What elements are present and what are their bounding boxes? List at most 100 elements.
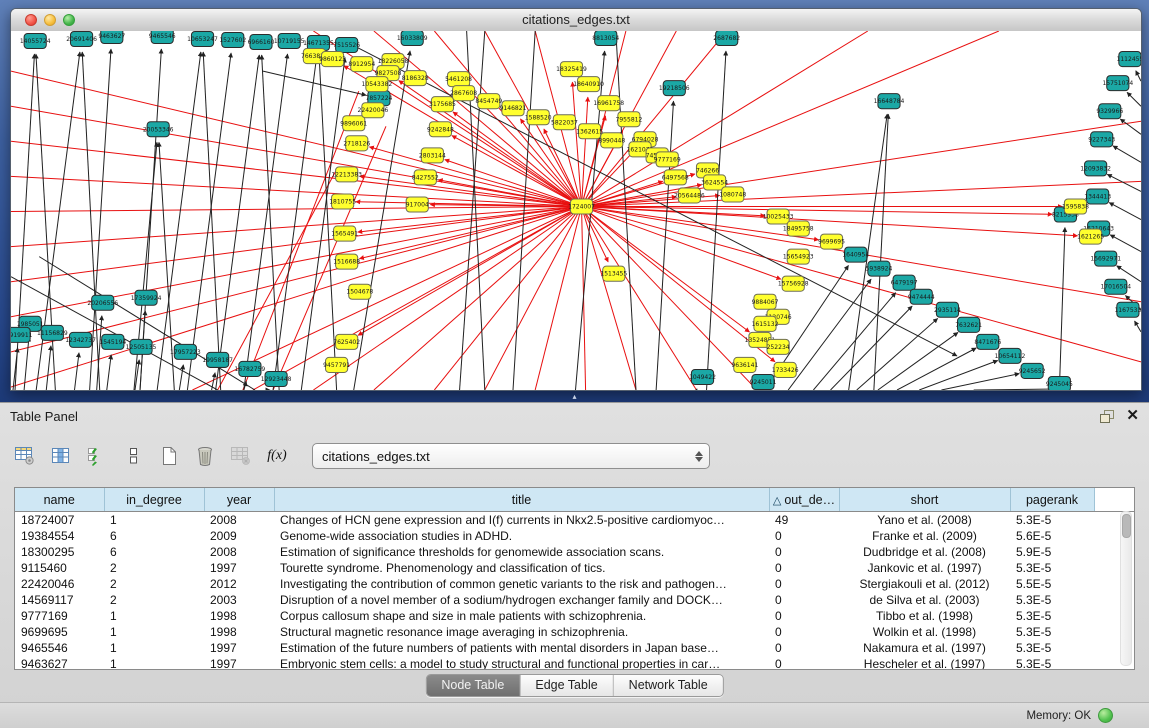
network-node[interactable]: 10719155 [274,34,305,49]
network-node[interactable]: 9457791 [323,357,350,372]
network-node[interactable]: 1504678 [346,284,373,299]
column-header-indegree[interactable]: in_degree [104,488,204,512]
table-vertical-scrollbar[interactable] [1120,511,1132,666]
network-node[interactable]: 15692971 [1090,251,1121,266]
network-node[interactable]: 1621265 [1077,229,1104,244]
network-node[interactable]: 12213383 [331,167,362,182]
network-node[interactable]: 9636141 [731,357,758,372]
network-node[interactable]: 8813054 [592,31,619,46]
network-node[interactable]: 9474444 [908,289,935,304]
tab-edge-table[interactable]: Edge Table [520,675,613,696]
network-node[interactable]: 9245011 [750,374,777,389]
network-node[interactable]: 20053346 [143,122,174,137]
tab-node-table[interactable]: Node Table [426,675,520,696]
close-panel-icon[interactable]: ✕ [1126,408,1139,424]
network-node[interactable]: 19218506 [659,81,690,96]
select-columns-icon[interactable] [82,441,112,471]
network-node[interactable]: 6479197 [891,275,918,290]
network-node[interactable]: 1733426 [772,362,799,377]
network-node[interactable]: 1545194 [99,334,126,349]
network-node[interactable]: 9242848 [427,122,454,137]
row-height-icon[interactable] [118,441,148,471]
network-node[interactable]: 18495758 [783,221,814,236]
network-node[interactable]: 17016504 [1100,279,1131,294]
tab-network-table[interactable]: Network Table [614,675,723,696]
column-header-title[interactable]: title [274,488,769,512]
network-node[interactable]: 12342737 [65,332,96,347]
new-column-icon[interactable] [154,441,184,471]
network-node[interactable]: 1588520 [525,110,552,125]
network-node[interactable]: 5822037 [551,115,578,130]
network-node[interactable]: 1344413 [1084,189,1111,204]
table-selector-combo[interactable]: citations_edges.txt [312,443,710,469]
table-row[interactable]: 977716911998Corpus callosum shape and si… [15,608,1135,624]
network-node[interactable]: 12093832 [1080,161,1111,176]
network-node[interactable]: 8471676 [974,334,1001,349]
network-node[interactable]: 3919911 [11,327,33,342]
network-node[interactable]: 1049422 [689,369,716,384]
network-node[interactable]: 9245045 [1046,376,1073,390]
table-row[interactable]: 1938455462009Genome-wide association stu… [15,528,1135,544]
network-node[interactable]: 16961758 [593,96,624,111]
table-row[interactable]: 911546021997Tourette syndrome. Phenomeno… [15,560,1135,576]
network-window[interactable]: citations_edges.txt 14055724206914069463… [10,8,1142,391]
network-node[interactable]: 1527602 [219,33,246,48]
network-node[interactable]: 20691406 [66,32,97,47]
network-node[interactable]: 8427552 [412,170,439,185]
network-node[interactable]: 1167533 [1114,302,1141,317]
network-node[interactable]: 10654112 [995,348,1026,363]
network-node[interactable]: 12923448 [261,371,292,386]
network-node[interactable]: 10543382 [362,77,393,92]
table-row[interactable]: 946554611997Estimation of the future num… [15,640,1135,656]
network-node[interactable]: 9227343 [1088,132,1115,147]
delete-column-icon[interactable] [190,441,220,471]
column-header-name[interactable]: name [15,488,104,512]
function-builder-icon[interactable]: f(x) [262,441,292,471]
column-header-outde[interactable]: △out_de… [769,488,839,512]
network-node[interactable]: 1513455 [600,266,627,281]
network-node[interactable]: 917004 [406,197,429,212]
network-node[interactable]: 14055724 [20,34,51,49]
column-header-pagerank[interactable]: pagerank [1010,488,1094,512]
network-node[interactable]: 20564486 [674,188,705,203]
table-row[interactable]: 969969511998Structural magnetic resonanc… [15,624,1135,640]
network-node[interactable]: 9896061 [340,116,367,131]
show-columns-icon[interactable] [46,441,76,471]
network-node[interactable]: 5938924 [865,261,892,276]
network-node[interactable]: 1724007 [568,199,595,214]
network-node[interactable]: 9860123 [319,52,346,67]
network-node[interactable]: 17359924 [131,290,162,305]
network-node[interactable]: 2935114 [934,302,961,317]
network-node[interactable]: 2867608 [450,86,477,101]
table-row[interactable]: 946362711997Embryonic stem cells: a mode… [15,656,1135,670]
network-node[interactable]: 12505135 [126,339,157,354]
table-row[interactable]: 1830029562008Estimation of significance … [15,544,1135,560]
column-header-short[interactable]: short [839,488,1010,512]
network-node[interactable]: 1595838 [1062,199,1089,214]
network-node[interactable]: 9777169 [654,152,681,167]
network-node[interactable]: 15751074 [1102,76,1133,91]
network-node[interactable]: 7955812 [615,112,642,127]
network-node[interactable]: 11156829 [37,325,68,340]
network-node[interactable]: 1516688 [333,254,360,269]
network-canvas-svg[interactable]: 1405572420691406946362794655461065324715… [11,31,1141,390]
column-header-year[interactable]: year [204,488,274,512]
network-node[interactable]: 1080748 [719,187,746,202]
network-node[interactable]: 9699695 [818,234,845,249]
table-row[interactable]: 1456911722003Disruption of a novel membe… [15,592,1135,608]
network-node[interactable]: 1112455 [1116,52,1141,67]
network-node[interactable]: 16033809 [397,31,428,46]
network-node[interactable]: 10653247 [187,32,218,47]
network-canvas[interactable]: 1405572420691406946362794655461065324715… [11,31,1141,390]
network-node[interactable]: 7515526 [333,38,360,53]
network-node[interactable]: 8186328 [402,71,429,86]
network-node[interactable]: 16782759 [235,361,266,376]
table-mode-icon[interactable] [10,441,40,471]
network-node[interactable]: 17957223 [170,344,201,359]
network-node[interactable]: 9465546 [149,31,176,44]
network-node[interactable]: 15756928 [778,276,809,291]
network-node[interactable]: 9245652 [1019,363,1046,378]
network-node[interactable]: 9146821 [500,101,527,116]
network-node[interactable]: 22420046 [358,103,389,118]
network-node[interactable]: 9884067 [752,294,779,309]
